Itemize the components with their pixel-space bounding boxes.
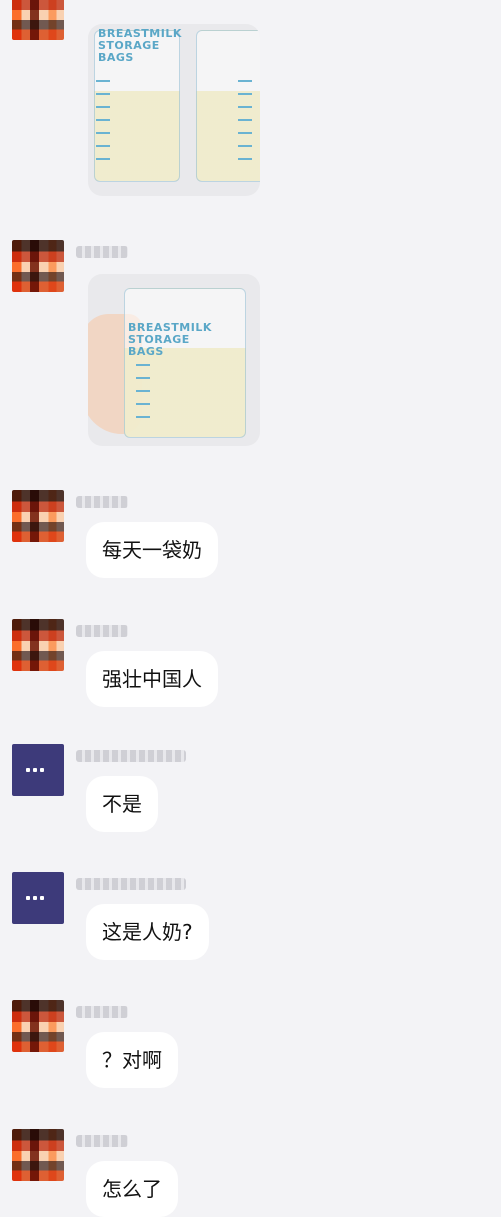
sender-avatar[interactable] <box>12 744 64 796</box>
sender-avatar[interactable] <box>12 619 64 671</box>
avatar-logo <box>26 766 50 774</box>
sender-name-blurred <box>76 625 128 637</box>
sender-name-blurred <box>76 496 128 508</box>
sender-name-blurred <box>76 1006 128 1018</box>
sender-avatar[interactable] <box>12 872 64 924</box>
text-message-bubble[interactable]: ？对啊 <box>86 1032 178 1088</box>
sender-avatar[interactable] <box>12 1000 64 1052</box>
sender-avatar[interactable] <box>12 240 64 292</box>
bag-measure-marks <box>96 80 110 160</box>
image-message[interactable]: BREASTMILK STORAGE BAGS <box>88 274 260 446</box>
bag-measure-marks <box>238 80 252 160</box>
sender-name-blurred <box>76 246 128 258</box>
bag-print-text: BREASTMILK STORAGE BAGS <box>128 321 212 358</box>
sender-avatar[interactable] <box>12 0 64 40</box>
text-message-bubble[interactable]: 不是 <box>86 776 158 832</box>
sender-name-blurred <box>76 878 186 890</box>
bag-print-text: BREASTMILK STORAGE BAGS <box>98 27 182 64</box>
sender-name-blurred <box>76 750 186 762</box>
text-message-bubble[interactable]: 这是人奶? <box>86 904 209 960</box>
image-message[interactable]: BREASTMILK STORAGE BAGS <box>88 24 260 196</box>
text-message-bubble[interactable]: 强壮中国人 <box>86 651 218 707</box>
text-message-bubble[interactable]: 每天一袋奶 <box>86 522 218 578</box>
bag-measure-marks <box>136 364 150 424</box>
sender-avatar[interactable] <box>12 1129 64 1181</box>
avatar-logo <box>26 894 50 902</box>
sender-avatar[interactable] <box>12 490 64 542</box>
text-message-bubble[interactable]: 怎么了 <box>86 1161 178 1217</box>
sender-name-blurred <box>76 1135 128 1147</box>
